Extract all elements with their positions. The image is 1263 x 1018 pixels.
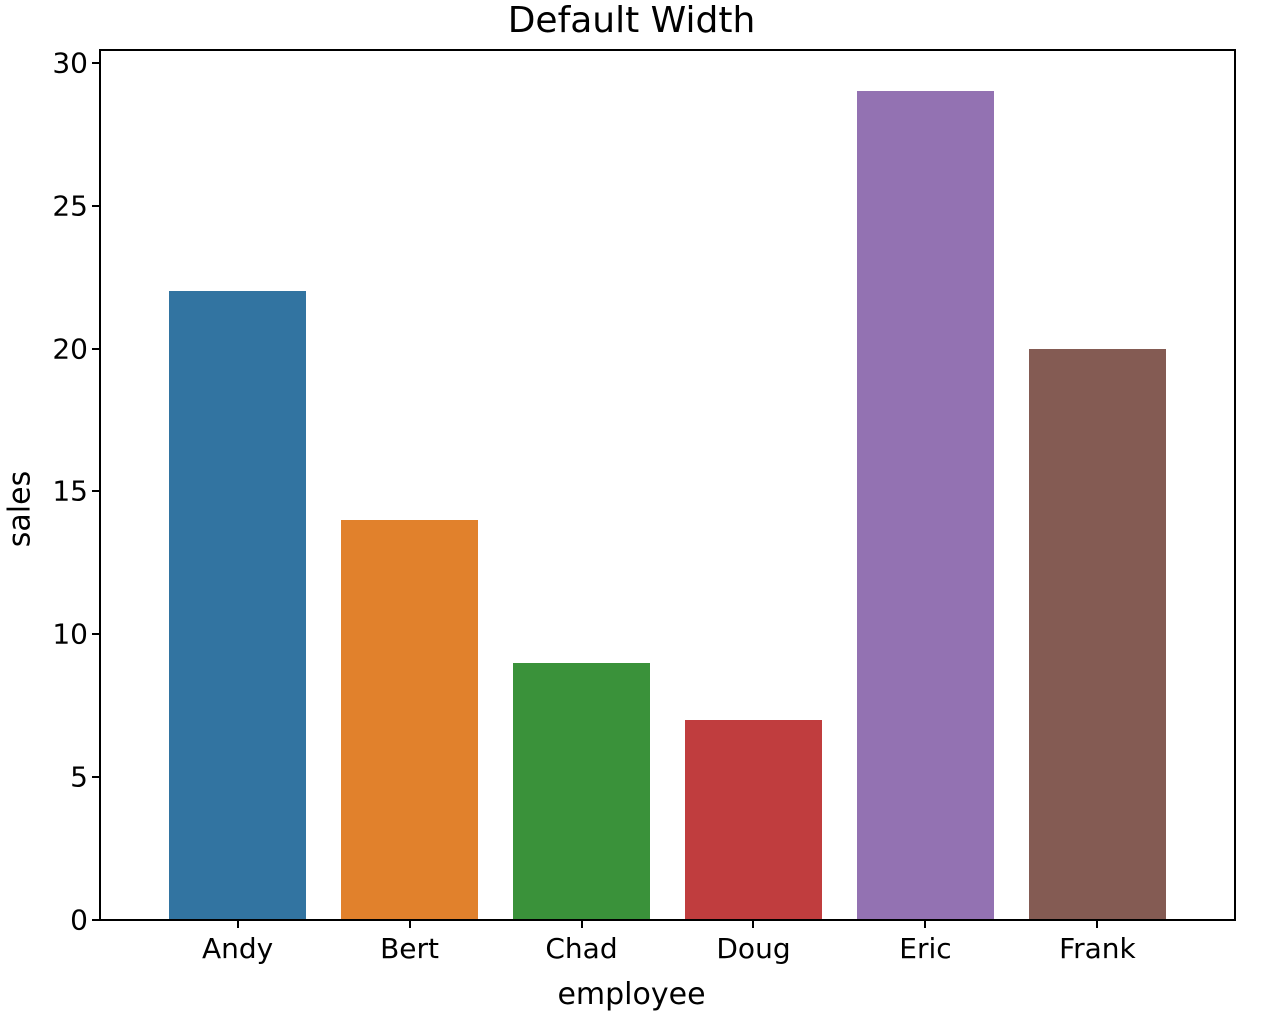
bar-frank [1029,349,1167,920]
x-tick [1096,920,1098,928]
bar-andy [169,291,307,920]
x-tick [581,920,583,928]
y-tick-label: 15 [52,475,88,508]
x-tick [924,920,926,928]
y-tick [92,919,100,921]
y-tick-label: 30 [52,46,88,79]
x-tick [237,920,239,928]
y-tick [92,205,100,207]
spine-right [1234,49,1236,921]
spine-left [99,49,101,921]
plot-inner [100,50,1235,920]
y-tick-label: 25 [52,189,88,222]
x-tick-label: Andy [202,932,273,965]
y-tick-label: 5 [70,761,88,794]
y-tick-label: 10 [52,618,88,651]
chart-figure: Default Width sales 051015202530 AndyBer… [0,0,1263,1018]
x-tick-label: Doug [716,932,790,965]
y-tick [92,633,100,635]
chart-title: Default Width [0,0,1263,41]
y-tick [92,490,100,492]
plot-area: 051015202530 AndyBertChadDougEricFrank [100,50,1235,920]
y-tick [92,348,100,350]
x-tick [409,920,411,928]
y-tick [92,62,100,64]
bar-bert [341,520,479,920]
y-tick [92,776,100,778]
x-tick-label: Bert [380,932,439,965]
x-tick-label: Frank [1059,932,1136,965]
bar-eric [857,91,995,920]
x-tick-label: Eric [899,932,951,965]
y-axis-label: sales [3,471,38,547]
x-axis-label: employee [557,977,705,1012]
y-tick-label: 0 [70,904,88,937]
x-tick [752,920,754,928]
bar-chad [513,663,651,920]
spine-top [99,49,1236,51]
spine-bottom [99,919,1236,921]
x-tick-label: Chad [545,932,617,965]
bar-doug [685,720,823,920]
y-tick-label: 20 [52,332,88,365]
